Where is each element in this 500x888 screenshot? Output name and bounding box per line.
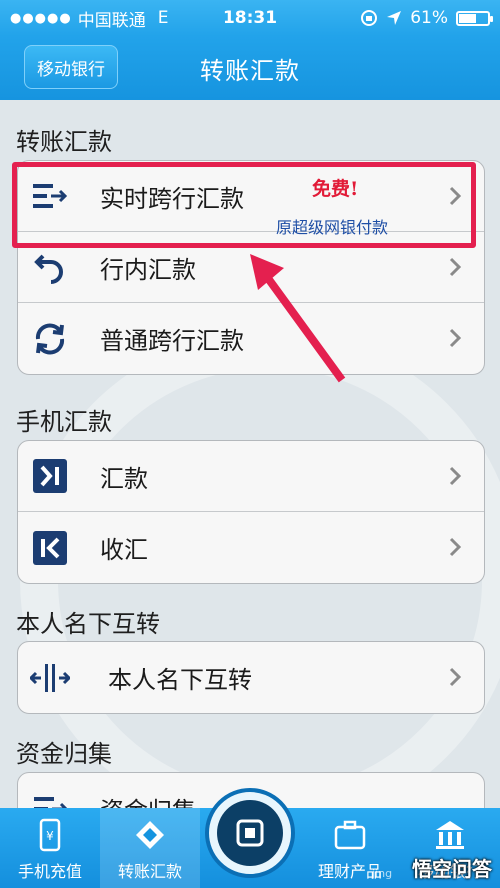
tab-transfer[interactable]: 转账汇款: [100, 808, 200, 888]
battery-percent: 61%: [410, 8, 448, 28]
carrier-name: 中国联通: [77, 10, 146, 31]
highlight-box-annotation: [12, 162, 476, 248]
own-accounts-group: 本人名下互转: [17, 641, 485, 714]
fund-collect-icon: [30, 789, 70, 808]
signal-dots-icon: ●●●●●: [10, 10, 72, 26]
annotation-free-label: 免费!: [312, 178, 359, 200]
list-item-label: 本人名下互转: [108, 666, 252, 694]
section-title-own-accounts: 本人名下互转: [16, 610, 160, 638]
chevron-right-icon: [449, 328, 462, 348]
page-title: 转账汇款: [200, 56, 300, 85]
watermark-small-text: jing: [372, 867, 393, 880]
annotation-subtitle: 原超级网银付款: [276, 218, 389, 237]
battery-icon: [456, 10, 493, 26]
list-item-receive-remit[interactable]: 收汇: [18, 512, 484, 583]
list-item-label: 行内汇款: [100, 255, 196, 284]
refresh-arrows-icon: [30, 319, 70, 359]
list-item-label: 收汇: [100, 536, 148, 564]
svg-text:¥: ¥: [46, 829, 54, 843]
center-home-button[interactable]: [205, 788, 295, 878]
chevron-right-icon: [449, 537, 462, 557]
tab-label: 手机充值: [17, 862, 82, 881]
back-button[interactable]: 移动银行: [24, 45, 118, 89]
watermark-text: 悟空问答: [412, 857, 492, 881]
list-item-label: 汇款: [100, 464, 148, 493]
chevron-right-icon: [449, 257, 462, 277]
bank-icon: [436, 821, 464, 849]
chevron-right-icon: [449, 466, 462, 486]
send-remit-icon: [30, 456, 70, 496]
status-bar: ●●●●● 中国联通 E 18:31 61%: [0, 0, 500, 36]
list-item-label: 资金归集: [100, 791, 196, 808]
tab-phone-recharge[interactable]: ¥ 手机充值: [0, 808, 100, 888]
briefcase-icon: [334, 820, 366, 850]
annotation-arrow-icon: [250, 254, 346, 383]
list-item-own-transfer[interactable]: 本人名下互转: [18, 642, 484, 713]
tab-label: 转账汇款: [117, 862, 182, 881]
tab-bar: ¥ 手机充值 转账汇款 理财产品 移动银行 jing 悟空问答: [0, 788, 500, 888]
section-title-mobile-remit: 手机汇款: [16, 408, 112, 436]
transfer-icon: [136, 821, 164, 849]
section-title-fund-collection: 资金归集: [16, 740, 112, 768]
mutual-transfer-icon: [30, 658, 70, 698]
nav-bar: 移动银行 转账汇款: [0, 36, 500, 100]
mobile-remit-group: 汇款 收汇: [17, 440, 485, 584]
list-item-label: 普通跨行汇款: [100, 327, 244, 355]
ccb-logo-icon: [217, 800, 283, 866]
return-arrow-icon: [30, 247, 70, 287]
network-type: E: [157, 8, 169, 28]
chevron-right-icon: [449, 667, 462, 687]
phone-recharge-icon: ¥: [39, 818, 61, 852]
list-item-remit[interactable]: 汇款: [18, 441, 484, 512]
main-content[interactable]: 转账汇款 实时跨行汇款 行内汇款 普通跨行汇款 免费! 原超级网银付款 手机汇款…: [0, 100, 500, 808]
section-title-transfer: 转账汇款: [16, 128, 112, 156]
location-arrow-icon: [387, 11, 402, 25]
receive-remit-icon: [30, 528, 70, 568]
rotation-lock-icon: [361, 10, 378, 26]
